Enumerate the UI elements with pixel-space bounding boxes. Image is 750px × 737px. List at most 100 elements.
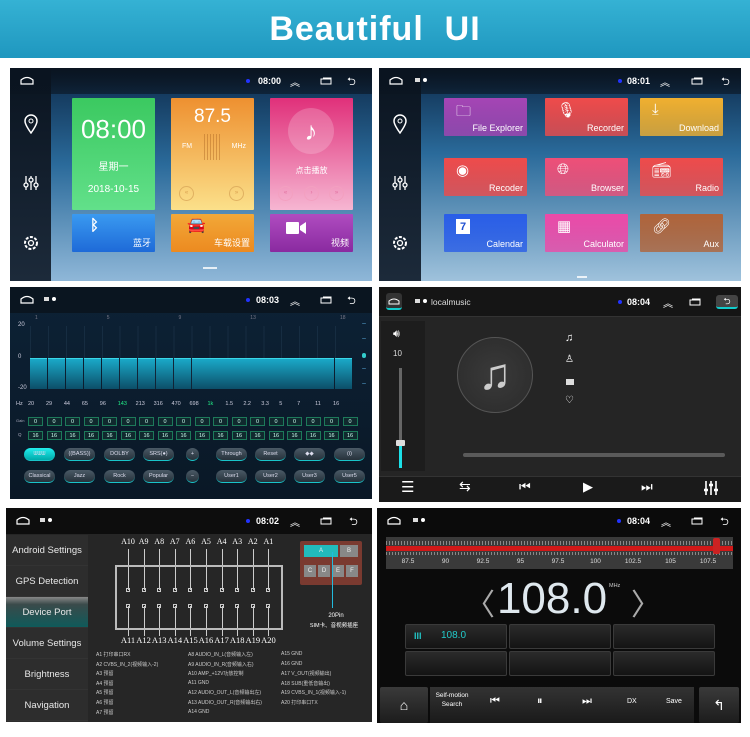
menu-item-device-port[interactable]: Device Port — [6, 597, 88, 628]
prev-button[interactable]: « — [179, 186, 194, 201]
gain-input[interactable]: 0 — [250, 417, 265, 426]
q-input[interactable]: 16 — [176, 431, 191, 440]
expand-icon[interactable]: ︽ — [661, 514, 671, 529]
eq-band-bar[interactable] — [317, 357, 335, 389]
eq-band-bar[interactable] — [263, 357, 281, 389]
app-tile-recorder[interactable]: 🎙︎ Recorder — [545, 98, 628, 136]
eq-band-bar[interactable] — [299, 357, 317, 389]
app-tile-browser[interactable]: 🌐︎ Browser — [545, 158, 628, 196]
back-icon[interactable]: ⮌ — [720, 513, 729, 532]
gain-input[interactable]: 0 — [342, 417, 358, 426]
expand-icon[interactable]: ︽ — [660, 74, 670, 89]
location-icon[interactable] — [23, 114, 39, 134]
volume-knob[interactable] — [396, 440, 405, 446]
q-input[interactable]: 16 — [342, 431, 358, 440]
gain-input[interactable]: 0 — [176, 417, 191, 426]
eq-band-bar[interactable] — [101, 357, 120, 389]
eq-preset-button[interactable]: Rock — [104, 470, 135, 483]
q-input[interactable]: 16 — [250, 431, 265, 440]
preset-slot[interactable] — [509, 624, 611, 649]
next-button[interactable]: » — [229, 186, 244, 201]
music-next-button[interactable]: » — [329, 186, 344, 201]
gain-input[interactable]: 0 — [65, 417, 80, 426]
gain-input[interactable]: 0 — [83, 417, 99, 426]
equalizer-icon[interactable] — [23, 175, 39, 191]
tuner-needle[interactable] — [712, 538, 720, 554]
bluetooth-tile[interactable]: ᛒ 蓝牙 — [72, 214, 155, 252]
eq-band-bar[interactable] — [83, 357, 102, 389]
app-tile-file-explorer[interactable]: 🗀 File Explorer — [444, 98, 527, 136]
music-prev-button[interactable]: « — [278, 186, 293, 201]
preset-slot[interactable]: lll 108.0 — [405, 624, 507, 649]
app-tile-recoder[interactable]: ◉ Recoder — [444, 158, 527, 196]
pause-button[interactable]: ⏸︎ — [537, 695, 543, 708]
menu-item-navigation[interactable]: Navigation — [6, 690, 88, 721]
eq-preset-button[interactable]: − — [186, 470, 199, 483]
gain-input[interactable]: 0 — [213, 417, 228, 426]
expand-icon[interactable]: ︽ — [290, 74, 300, 89]
home-icon[interactable] — [16, 516, 30, 525]
eq-band-bar[interactable] — [335, 357, 353, 389]
eq-band-bar[interactable] — [30, 357, 48, 389]
eq-button[interactable]: ᗯᗯᗯ — [24, 448, 55, 461]
eq-band-bar[interactable] — [227, 357, 245, 389]
dx-button[interactable]: DX — [627, 698, 637, 705]
gain-input[interactable]: 0 — [102, 417, 117, 426]
gain-input[interactable]: 0 — [287, 417, 302, 426]
eq-band-bar[interactable] — [281, 357, 299, 389]
music-tile[interactable]: ♪ 点击播放 « › » — [270, 98, 353, 210]
q-input[interactable]: 16 — [28, 431, 43, 440]
menu-item-gps-detection[interactable]: GPS Detection — [6, 566, 88, 597]
settings-icon[interactable] — [22, 234, 40, 252]
q-input[interactable]: 16 — [157, 431, 173, 440]
home-icon[interactable] — [389, 76, 403, 85]
app-tile-calculator[interactable]: ▦ Calculator — [545, 214, 628, 252]
expand-icon[interactable]: ︽ — [663, 295, 673, 310]
eq-band-bar[interactable] — [209, 357, 227, 389]
music-play-button[interactable]: › — [304, 186, 319, 201]
connector-port-F[interactable]: F — [346, 565, 358, 577]
equalizer-icon[interactable] — [704, 481, 719, 495]
video-tile[interactable]: 视频 — [270, 214, 353, 252]
home-icon[interactable] — [387, 516, 401, 525]
q-input[interactable]: 16 — [83, 431, 99, 440]
eq-preset-button[interactable]: Jazz — [64, 470, 95, 483]
expand-icon[interactable]: ︽ — [290, 293, 300, 308]
eq-button[interactable]: (i) — [334, 448, 365, 461]
progress-bar[interactable] — [463, 453, 725, 457]
home-icon[interactable] — [20, 76, 34, 85]
preset-slot[interactable] — [613, 651, 715, 676]
app-tile-calendar[interactable]: 7 Calendar — [444, 214, 527, 252]
eq-button[interactable]: ◆◆ — [294, 448, 325, 461]
recent-apps-icon[interactable] — [689, 298, 701, 306]
q-input[interactable]: 16 — [268, 431, 284, 440]
menu-item-volume-settings[interactable]: Volume Settings — [6, 628, 88, 659]
connector-port-D[interactable]: D — [318, 565, 330, 577]
clock-tile[interactable]: 08:00 星期一 2018-10-15 — [72, 98, 155, 210]
q-input[interactable]: 16 — [305, 431, 321, 440]
home-button[interactable] — [386, 293, 402, 310]
preset-slot[interactable] — [405, 651, 507, 676]
q-input[interactable]: 16 — [231, 431, 247, 440]
app-tile-download[interactable]: ⤓ Download — [640, 98, 723, 136]
eq-button[interactable]: Reset — [255, 448, 286, 461]
eq-button[interactable]: SRS(●) — [143, 448, 174, 461]
connector-port-C[interactable]: C — [304, 565, 316, 577]
back-button[interactable]: ⮌ — [716, 295, 738, 309]
playlist-icon[interactable]: ☰ — [401, 478, 414, 496]
back-icon[interactable]: ⮌ — [349, 513, 358, 532]
q-input[interactable]: 16 — [194, 431, 210, 440]
recent-apps-icon[interactable] — [320, 296, 332, 304]
home-icon[interactable] — [20, 295, 34, 304]
eq-band-bar[interactable] — [137, 357, 155, 389]
seek-back-button[interactable]: ⏮︎ — [490, 695, 500, 708]
back-icon[interactable]: ⮌ — [721, 73, 730, 92]
q-input[interactable]: 16 — [65, 431, 80, 440]
tuner-scale[interactable]: 87.5 90 92.5 95 97.5 100 102.5 105 107.5 — [386, 537, 733, 569]
back-icon[interactable]: ⮌ — [347, 292, 356, 311]
eq-preset-button[interactable]: Classical — [24, 470, 55, 483]
eq-preset-button[interactable]: User1 — [216, 470, 247, 483]
q-input[interactable]: 16 — [102, 431, 117, 440]
gain-input[interactable]: 0 — [28, 417, 43, 426]
eq-button[interactable]: ((BASS)) — [64, 448, 95, 461]
